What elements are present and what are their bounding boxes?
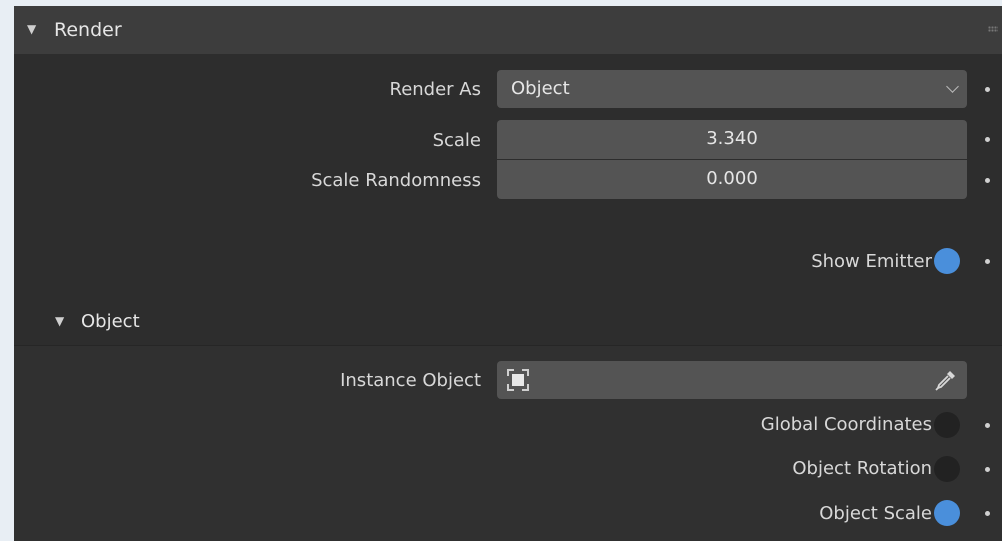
panel-title: Render — [54, 19, 122, 41]
render-as-label: Render As — [389, 79, 482, 100]
disclosure-triangle-icon[interactable]: ▼ — [27, 22, 36, 36]
render-panel-header[interactable]: ▼ Render — [14, 6, 1002, 54]
object-scale-checkbox[interactable] — [934, 500, 960, 526]
eyedropper-icon[interactable] — [933, 367, 959, 393]
instance-object-field[interactable] — [497, 361, 967, 399]
scale-value: 3.340 — [706, 128, 758, 149]
object-icon — [507, 369, 529, 391]
scale-label: Scale — [432, 130, 481, 151]
scale-randomness-label: Scale Randomness — [311, 170, 481, 191]
object-scale-label: Object Scale — [819, 503, 932, 524]
keyframe-dot-icon[interactable] — [985, 511, 990, 516]
scale-field[interactable]: 3.340 — [497, 120, 967, 159]
render-as-value: Object — [511, 78, 570, 99]
show-emitter-checkbox[interactable] — [934, 248, 960, 274]
keyframe-dot-icon[interactable] — [985, 87, 990, 92]
chevron-down-icon — [946, 80, 959, 93]
object-rotation-label: Object Rotation — [792, 458, 932, 479]
keyframe-dot-icon[interactable] — [985, 178, 990, 183]
disclosure-triangle-icon[interactable]: ▼ — [55, 314, 64, 328]
object-rotation-checkbox[interactable] — [934, 456, 960, 482]
render-panel: ▼ Render Render As Object Scale 3.340 Sc… — [14, 6, 1002, 541]
show-emitter-label: Show Emitter — [811, 251, 932, 272]
instance-object-label: Instance Object — [340, 370, 481, 391]
keyframe-dot-icon[interactable] — [985, 259, 990, 264]
object-subpanel-header[interactable]: ▼ Object — [14, 299, 1002, 346]
object-subpanel-title: Object — [81, 311, 140, 332]
scale-randomness-field[interactable]: 0.000 — [497, 160, 967, 199]
drag-grip-icon[interactable] — [988, 26, 998, 32]
global-coordinates-label: Global Coordinates — [760, 414, 932, 435]
keyframe-dot-icon[interactable] — [985, 423, 990, 428]
keyframe-dot-icon[interactable] — [985, 467, 990, 472]
global-coordinates-checkbox[interactable] — [934, 412, 960, 438]
scale-randomness-value: 0.000 — [706, 168, 758, 189]
keyframe-dot-icon[interactable] — [985, 137, 990, 142]
render-as-dropdown[interactable]: Object — [497, 70, 967, 108]
